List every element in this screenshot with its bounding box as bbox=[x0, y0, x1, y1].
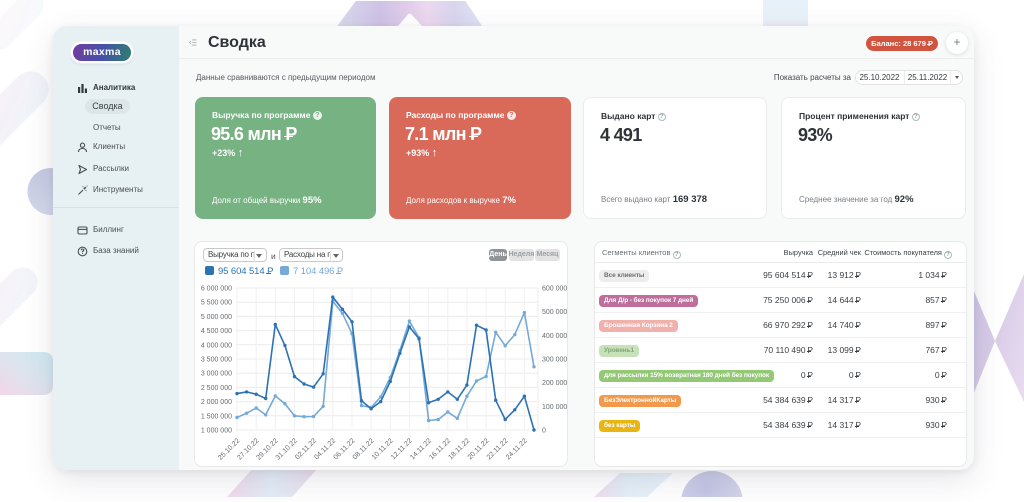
svg-text:5 500 000: 5 500 000 bbox=[201, 300, 232, 307]
svg-text:24.11.22: 24.11.22 bbox=[505, 437, 529, 461]
svg-text:200 000: 200 000 bbox=[542, 380, 567, 387]
svg-text:2 000 000: 2 000 000 bbox=[201, 399, 232, 406]
svg-text:0: 0 bbox=[542, 428, 546, 435]
svg-text:4 000 000: 4 000 000 bbox=[201, 342, 232, 349]
svg-text:500 000: 500 000 bbox=[542, 309, 567, 316]
svg-text:5 000 000: 5 000 000 bbox=[201, 314, 232, 321]
svg-text:400 000: 400 000 bbox=[542, 333, 567, 340]
svg-text:300 000: 300 000 bbox=[542, 357, 567, 364]
svg-text:100 000: 100 000 bbox=[542, 404, 567, 411]
svg-text:1 000 000: 1 000 000 bbox=[201, 428, 232, 435]
svg-text:3 000 000: 3 000 000 bbox=[201, 371, 232, 378]
svg-text:4 500 000: 4 500 000 bbox=[201, 328, 232, 335]
svg-text:6 000 000: 6 000 000 bbox=[201, 286, 232, 293]
svg-text:1 500 000: 1 500 000 bbox=[201, 413, 232, 420]
svg-text:2 500 000: 2 500 000 bbox=[201, 385, 232, 392]
svg-text:3 500 000: 3 500 000 bbox=[201, 357, 232, 364]
svg-text:600 000: 600 000 bbox=[542, 286, 567, 293]
